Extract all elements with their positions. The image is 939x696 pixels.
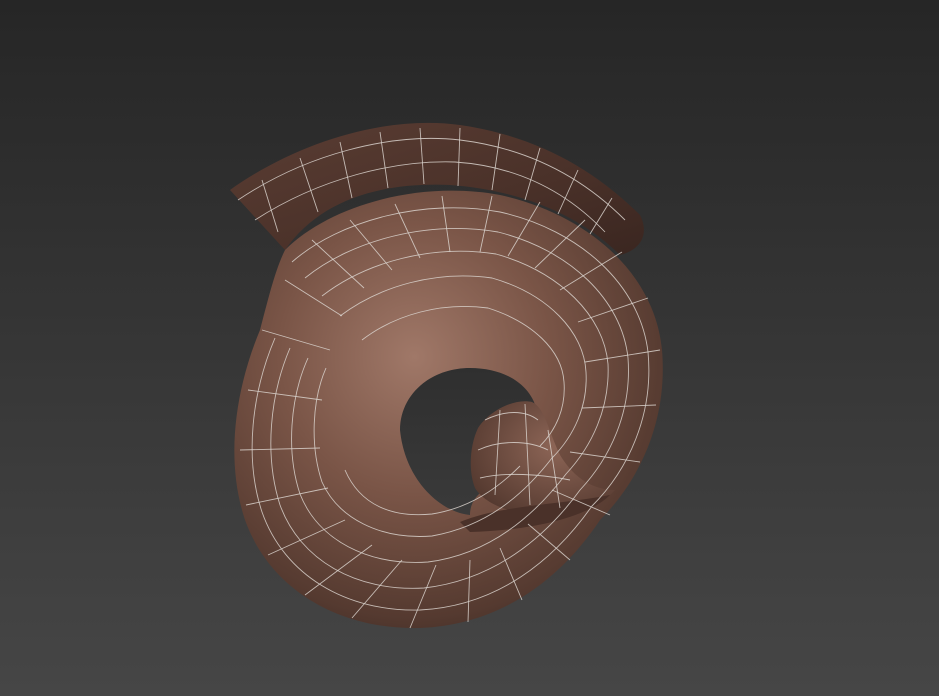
3d-viewport[interactable] — [0, 0, 939, 696]
horn-model-render[interactable] — [0, 0, 939, 696]
